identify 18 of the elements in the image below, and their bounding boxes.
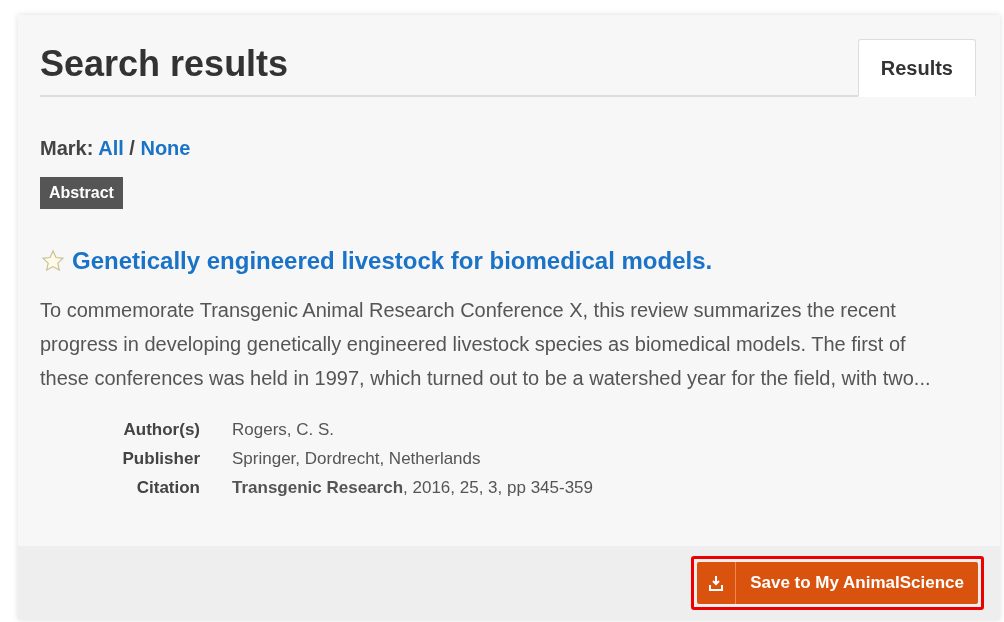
mark-link[interactable]: None [140, 137, 191, 159]
detail-value: Springer, Dordrecht, Netherlands [232, 448, 482, 470]
detail-label: Citation [135, 477, 200, 499]
mark-link[interactable]: All [98, 137, 124, 159]
detail-label: Publisher [121, 448, 200, 470]
detail-value: Rogers, C. S. [232, 419, 336, 441]
save-button[interactable]: Save to My AnimalScience [697, 562, 978, 604]
filter-tag: Abstract [40, 177, 123, 209]
save-icon [709, 575, 724, 591]
star-icon[interactable] [40, 249, 66, 273]
detail-label: Author(s) [122, 419, 200, 441]
tab[interactable]: Results [857, 39, 976, 97]
separator: / [129, 137, 135, 159]
detail-value: Transgenic Research, 2016, 25, 3, pp 345-359 [232, 477, 595, 499]
mark-label: Mark: [40, 137, 94, 159]
result-title-link[interactable]: Genetically engineered livestock for biomedical models. [72, 243, 713, 279]
abstract-text: To commemorate Transgenic Animal Research Conference X, this review summarizes the recent progress in developing genetically engineered livestock species as biomedical models. The first of these conferences was held in 1997, which turned out to be a watershed year for the field, with two... [40, 298, 932, 391]
page-title: Search results [40, 41, 289, 85]
